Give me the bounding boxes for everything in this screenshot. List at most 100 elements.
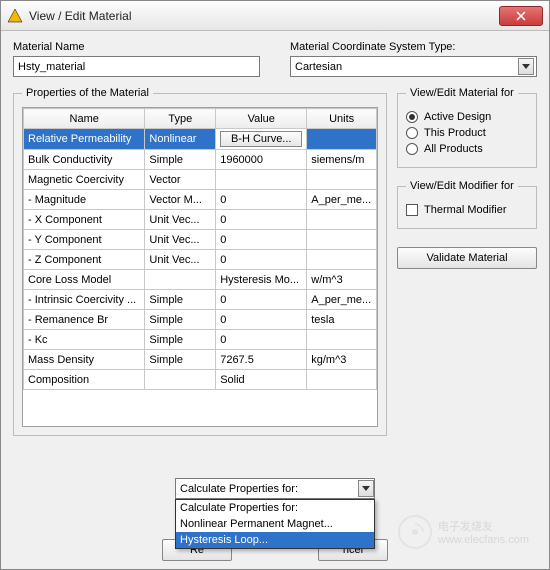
cell-units[interactable]: A_per_me... (307, 290, 377, 310)
table-row[interactable]: - Intrinsic Coercivity ...Simple0A_per_m… (24, 290, 377, 310)
cell-name[interactable]: Mass Density (24, 350, 145, 370)
coord-type-combo[interactable]: Cartesian (290, 56, 537, 77)
cell-value[interactable]: 0 (216, 190, 307, 210)
cell-units[interactable] (307, 210, 377, 230)
cell-value[interactable]: 0 (216, 230, 307, 250)
thermal-modifier-checkbox[interactable] (406, 204, 418, 216)
cell-units[interactable]: tesla (307, 310, 377, 330)
cell-value[interactable]: 1960000 (216, 150, 307, 170)
cell-value[interactable]: Hysteresis Mo... (216, 270, 307, 290)
cell-value[interactable] (216, 170, 307, 190)
calculate-properties-dropdown[interactable]: Calculate Properties for:Nonlinear Perma… (175, 499, 375, 549)
cell-type[interactable] (145, 370, 216, 390)
chevron-down-icon (518, 58, 534, 75)
cell-name[interactable]: Relative Permeability (24, 129, 145, 150)
view-edit-material-fieldset: View/Edit Material for Active DesignThis… (397, 87, 537, 168)
cell-type[interactable]: Simple (145, 150, 216, 170)
cell-units[interactable]: w/m^3 (307, 270, 377, 290)
properties-legend: Properties of the Material (22, 87, 153, 99)
cell-units[interactable] (307, 370, 377, 390)
cell-type[interactable]: Unit Vec... (145, 250, 216, 270)
cell-type[interactable]: Unit Vec... (145, 210, 216, 230)
cell-value[interactable]: 0 (216, 210, 307, 230)
dropdown-option[interactable]: Nonlinear Permanent Magnet... (176, 516, 374, 532)
cell-type[interactable]: Nonlinear (145, 129, 216, 150)
radio-active-design[interactable] (406, 111, 418, 123)
table-row[interactable]: - X ComponentUnit Vec...0 (24, 210, 377, 230)
table-row[interactable]: Composition Solid (24, 370, 377, 390)
cell-value[interactable]: 0 (216, 250, 307, 270)
cell-value[interactable]: Solid (216, 370, 307, 390)
cell-units[interactable] (307, 250, 377, 270)
cell-units[interactable] (307, 129, 377, 150)
coord-type-value: Cartesian (295, 61, 342, 73)
view-edit-material-legend: View/Edit Material for (406, 87, 518, 99)
cell-type[interactable]: Vector M... (145, 190, 216, 210)
cell-units[interactable] (307, 330, 377, 350)
cell-name[interactable]: - Kc (24, 330, 145, 350)
cell-name[interactable]: - Magnitude (24, 190, 145, 210)
table-row[interactable]: Mass DensitySimple7267.5kg/m^3 (24, 350, 377, 370)
cell-units[interactable] (307, 170, 377, 190)
app-icon (7, 8, 23, 24)
table-row[interactable]: Relative PermeabilityNonlinearB-H Curve.… (24, 129, 377, 150)
table-row[interactable]: Magnetic CoercivityVector (24, 170, 377, 190)
material-name-input[interactable] (13, 56, 260, 77)
bottom-area: Calculate Properties for: Calculate Prop… (1, 478, 549, 561)
properties-table: Name Type Value Units Relative Permeabil… (23, 108, 377, 390)
cell-type[interactable]: Simple (145, 310, 216, 330)
dropdown-option[interactable]: Calculate Properties for: (176, 500, 374, 516)
cell-value[interactable]: 7267.5 (216, 350, 307, 370)
cell-name[interactable]: - Z Component (24, 250, 145, 270)
cell-name[interactable]: - X Component (24, 210, 145, 230)
cell-type[interactable]: Simple (145, 350, 216, 370)
cell-type[interactable] (145, 270, 216, 290)
table-row[interactable]: - MagnitudeVector M...0A_per_me... (24, 190, 377, 210)
cell-name[interactable]: Bulk Conductivity (24, 150, 145, 170)
close-button[interactable] (499, 6, 543, 26)
cell-units[interactable] (307, 230, 377, 250)
cell-name[interactable]: - Remanence Br (24, 310, 145, 330)
radio-all-products[interactable] (406, 143, 418, 155)
col-header-name[interactable]: Name (24, 109, 145, 129)
material-name-label: Material Name (13, 41, 260, 53)
cell-name[interactable]: - Y Component (24, 230, 145, 250)
cell-value[interactable]: 0 (216, 330, 307, 350)
radio-label: All Products (424, 143, 483, 155)
calculate-properties-combo[interactable]: Calculate Properties for: (175, 478, 375, 499)
cell-units[interactable]: kg/m^3 (307, 350, 377, 370)
col-header-units[interactable]: Units (307, 109, 377, 129)
cell-type[interactable]: Vector (145, 170, 216, 190)
cell-name[interactable]: Composition (24, 370, 145, 390)
view-edit-modifier-legend: View/Edit Modifier for (406, 180, 518, 192)
table-row[interactable]: - Z ComponentUnit Vec...0 (24, 250, 377, 270)
table-row[interactable]: - Remanence BrSimple0tesla (24, 310, 377, 330)
cell-units[interactable]: A_per_me... (307, 190, 377, 210)
radio-this-product[interactable] (406, 127, 418, 139)
bh-curve-button[interactable]: B-H Curve... (220, 131, 302, 147)
dialog-window: View / Edit Material Material Name Mater… (0, 0, 550, 570)
cell-value[interactable]: B-H Curve... (216, 129, 307, 150)
validate-material-button[interactable]: Validate Material (397, 247, 537, 269)
cell-value[interactable]: 0 (216, 290, 307, 310)
cell-name[interactable]: Magnetic Coercivity (24, 170, 145, 190)
col-header-type[interactable]: Type (145, 109, 216, 129)
cell-name[interactable]: - Intrinsic Coercivity ... (24, 290, 145, 310)
col-header-value[interactable]: Value (216, 109, 307, 129)
radio-label: Active Design (424, 111, 491, 123)
dropdown-option[interactable]: Hysteresis Loop... (176, 532, 374, 548)
cell-type[interactable]: Simple (145, 330, 216, 350)
table-row[interactable]: Core Loss Model Hysteresis Mo...w/m^3 (24, 270, 377, 290)
properties-grid-wrap: Name Type Value Units Relative Permeabil… (22, 107, 378, 427)
window-title: View / Edit Material (29, 9, 499, 23)
cell-type[interactable]: Simple (145, 290, 216, 310)
table-row[interactable]: - Y ComponentUnit Vec...0 (24, 230, 377, 250)
cell-name[interactable]: Core Loss Model (24, 270, 145, 290)
cell-units[interactable]: siemens/m (307, 150, 377, 170)
titlebar: View / Edit Material (1, 1, 549, 31)
cell-type[interactable]: Unit Vec... (145, 230, 216, 250)
table-row[interactable]: Bulk ConductivitySimple1960000siemens/m (24, 150, 377, 170)
cell-value[interactable]: 0 (216, 310, 307, 330)
table-row[interactable]: - KcSimple0 (24, 330, 377, 350)
chevron-down-icon (358, 480, 374, 497)
